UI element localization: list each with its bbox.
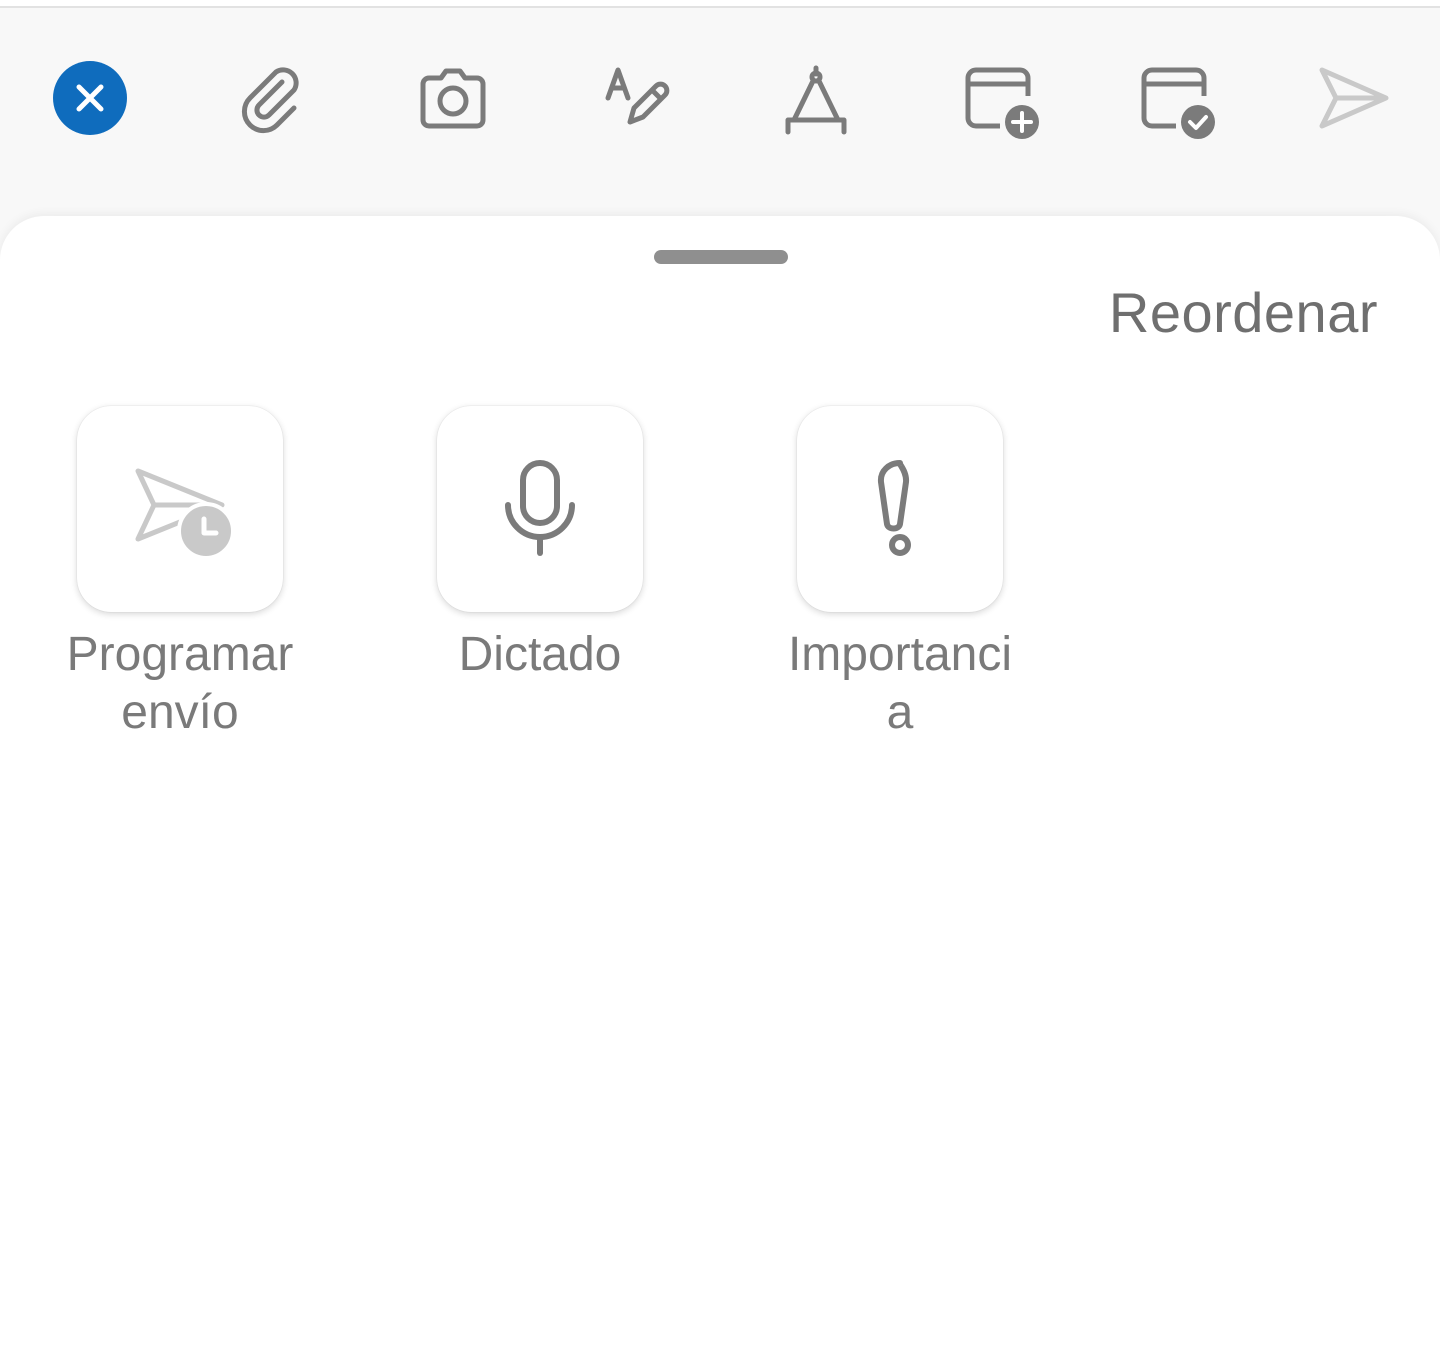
schedule-send-label: Programar envío <box>66 628 294 739</box>
close-button[interactable] <box>42 50 138 146</box>
importance-label: Importancia <box>787 628 1013 739</box>
compose-options-screen: Reordenar Programar envío Dictado Import… <box>0 0 1440 1350</box>
dictation-label: Dictado <box>458 628 622 681</box>
draw-button[interactable] <box>768 50 864 146</box>
exclamation-icon <box>877 460 911 556</box>
check-availability-button[interactable] <box>1126 50 1222 146</box>
camera-button[interactable] <box>405 50 501 146</box>
text-format-icon <box>605 67 670 125</box>
dictation-tile[interactable] <box>437 406 643 612</box>
attach-button[interactable] <box>224 50 320 146</box>
camera-icon <box>420 68 486 129</box>
calendar-add-icon <box>965 67 1039 139</box>
compose-toolbar <box>0 10 1440 200</box>
add-event-button[interactable] <box>950 50 1046 146</box>
send-button[interactable] <box>1302 50 1398 146</box>
importance-tile[interactable] <box>797 406 1003 612</box>
calendar-check-icon <box>1141 67 1215 139</box>
schedule-send-tile[interactable] <box>77 406 283 612</box>
dictation-action[interactable]: Dictado <box>390 406 690 684</box>
reorder-button[interactable]: Reordenar <box>1109 280 1378 345</box>
importance-action[interactable]: Importancia <box>750 406 1050 742</box>
microphone-icon <box>505 460 575 556</box>
scheduled-send-icon <box>135 468 235 560</box>
top-divider <box>0 0 1440 8</box>
format-text-button[interactable] <box>586 50 682 146</box>
send-icon <box>1319 67 1389 129</box>
close-icon <box>53 61 127 135</box>
schedule-send-action[interactable]: Programar envío <box>30 406 330 742</box>
more-options-sheet: Reordenar Programar envío Dictado Import… <box>0 216 1440 1350</box>
paperclip-icon <box>241 67 299 134</box>
drawing-compass-icon <box>785 65 847 135</box>
drag-handle[interactable] <box>654 250 788 264</box>
